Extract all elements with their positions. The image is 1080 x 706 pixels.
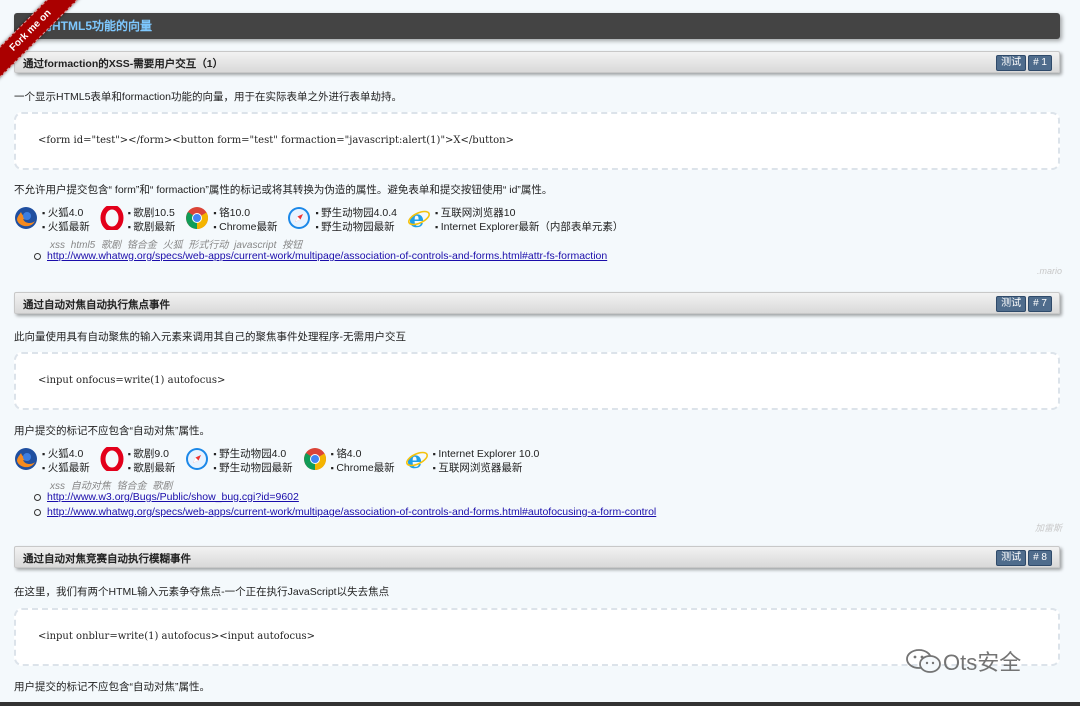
browser-firefox: 火狐4.0火狐最新 — [14, 447, 90, 475]
browser-chrome: 铬4.0Chrome最新 — [303, 447, 395, 475]
section-title: 通过自动对焦自动执行焦点事件 — [23, 299, 170, 311]
browser-ie: e Internet Explorer 10.0互联网浏览器最新 — [405, 447, 540, 475]
vector-id-link[interactable]: # 7 — [1028, 296, 1052, 312]
browser-version: 歌剧9.0 — [128, 447, 176, 461]
section-header: 通过formaction的XSS-需要用户交互（1） 测试 # 1 — [14, 51, 1060, 73]
opera-icon — [100, 206, 124, 230]
reference-links: http://www.whatwg.org/specs/web-apps/cur… — [34, 249, 607, 264]
code-box[interactable]: <input onfocus=write(1) autofocus> — [14, 352, 1060, 410]
browser-version: 火狐4.0 — [42, 447, 90, 461]
browser-version: 互联网浏览器10 — [435, 206, 623, 220]
reference-links: http://www.w3.org/Bugs/Public/show_bug.c… — [34, 490, 656, 520]
chrome-icon — [186, 207, 209, 229]
author-credit: .mario — [1036, 266, 1062, 276]
test-button[interactable]: 测试 — [996, 550, 1027, 566]
reference-link[interactable]: http://www.whatwg.org/specs/web-apps/cur… — [47, 506, 656, 518]
section-description: 此向量使用具有自动聚焦的输入元素来调用其自己的聚焦事件处理程序-无需用户交互 — [14, 331, 406, 343]
browser-opera: 歌剧9.0歌剧最新 — [100, 447, 176, 475]
browser-version: 铬10.0 — [213, 206, 277, 220]
code-box[interactable]: <form id="test"></form><button form="tes… — [14, 112, 1060, 170]
test-button[interactable]: 测试 — [996, 296, 1027, 312]
page-title: 利用HTML5功能的向量 — [14, 13, 1060, 39]
ie-icon: e — [408, 206, 431, 230]
section-description: 一个显示HTML5表单和formaction功能的向量，用于在实际表单之外进行表… — [14, 91, 402, 103]
browser-version: Chrome最新 — [213, 220, 277, 234]
browser-version: Internet Explorer 10.0 — [433, 447, 539, 461]
browser-version: 铬4.0 — [331, 447, 395, 461]
bottom-bar — [0, 702, 1080, 706]
firefox-icon — [15, 207, 37, 229]
browser-opera: 歌剧10.5歌剧最新 — [100, 206, 176, 234]
section-header: 通过自动对焦自动执行焦点事件 测试 # 7 — [14, 292, 1060, 314]
section-note: 用户提交的标记不应包含“自动对焦”属性。 — [14, 425, 210, 437]
browser-version: 野生动物园最新 — [315, 220, 397, 234]
watermark: Ots安全 — [905, 645, 1021, 677]
wechat-icon — [906, 649, 941, 673]
code-snippet[interactable]: <input onfocus=write(1) autofocus> — [38, 375, 225, 386]
reference-link[interactable]: http://www.whatwg.org/specs/web-apps/cur… — [47, 250, 607, 262]
author-credit: 加雷斯 — [1034, 523, 1062, 533]
safari-icon — [186, 448, 209, 470]
browser-version: 歌剧最新 — [128, 220, 175, 234]
browser-version: 火狐最新 — [42, 220, 90, 234]
section-title: 通过自动对焦竞赛自动执行模糊事件 — [23, 553, 191, 565]
browser-list: 火狐4.0火狐最新 歌剧10.5歌剧最新 铬10.0Chrome最新 野生动物园… — [14, 206, 633, 234]
vector-id-link[interactable]: # 1 — [1028, 55, 1052, 71]
browser-safari: 野生动物园4.0野生动物园最新 — [185, 447, 293, 475]
browser-version: Internet Explorer最新（内部表单元素） — [435, 220, 624, 234]
reference-link[interactable]: http://www.w3.org/Bugs/Public/show_bug.c… — [47, 491, 299, 503]
browser-version: Chrome最新 — [331, 461, 394, 475]
vector-id-link[interactable]: # 8 — [1028, 550, 1052, 566]
test-button[interactable]: 测试 — [996, 55, 1027, 71]
browser-version: 互联网浏览器最新 — [433, 461, 540, 475]
chrome-icon — [303, 448, 326, 470]
opera-icon — [100, 447, 124, 471]
code-snippet[interactable]: <input onblur=write(1) autofocus><input … — [38, 631, 315, 642]
browser-list: 火狐4.0火狐最新 歌剧9.0歌剧最新 野生动物园4.0野生动物园最新 铬4.0… — [14, 447, 549, 475]
browser-version: 火狐4.0 — [42, 206, 90, 220]
watermark-text: Ots安全 — [943, 650, 1022, 675]
section-description: 在这里，我们有两个HTML输入元素争夺焦点-一个正在执行JavaScript以失… — [14, 586, 390, 598]
ie-icon: e — [405, 447, 428, 471]
browser-ie: e 互联网浏览器10Internet Explorer最新（内部表单元素） — [407, 206, 623, 234]
browser-version: 歌剧10.5 — [128, 206, 176, 220]
section-header: 通过自动对焦竞赛自动执行模糊事件 测试 # 8 — [14, 546, 1060, 568]
fork-ribbon-label[interactable]: Fork me on — [0, 0, 85, 85]
code-snippet[interactable]: <form id="test"></form><button form="tes… — [38, 135, 514, 146]
browser-firefox: 火狐4.0火狐最新 — [14, 206, 90, 234]
safari-icon — [288, 207, 311, 229]
browser-safari: 野生动物园4.0.4野生动物园最新 — [287, 206, 397, 234]
page: Fork me on 利用HTML5功能的向量 通过formaction的XSS… — [0, 0, 1080, 706]
browser-version: 野生动物园最新 — [213, 461, 293, 475]
browser-version: 野生动物园4.0 — [213, 447, 292, 461]
browser-version: 火狐最新 — [42, 461, 90, 475]
browser-chrome: 铬10.0Chrome最新 — [185, 206, 277, 234]
browser-version: 野生动物园4.0.4 — [315, 206, 397, 220]
section-note: 用户提交的标记不应包含“自动对焦”属性。 — [14, 681, 210, 693]
code-box[interactable]: <input onblur=write(1) autofocus><input … — [14, 608, 1060, 666]
section-note: 不允许用户提交包含“ form”和“ formaction”属性的标记或将其转换… — [14, 184, 553, 196]
firefox-icon — [15, 448, 37, 470]
browser-version: 歌剧最新 — [128, 461, 175, 475]
fork-ribbon[interactable]: Fork me on — [0, 0, 90, 90]
